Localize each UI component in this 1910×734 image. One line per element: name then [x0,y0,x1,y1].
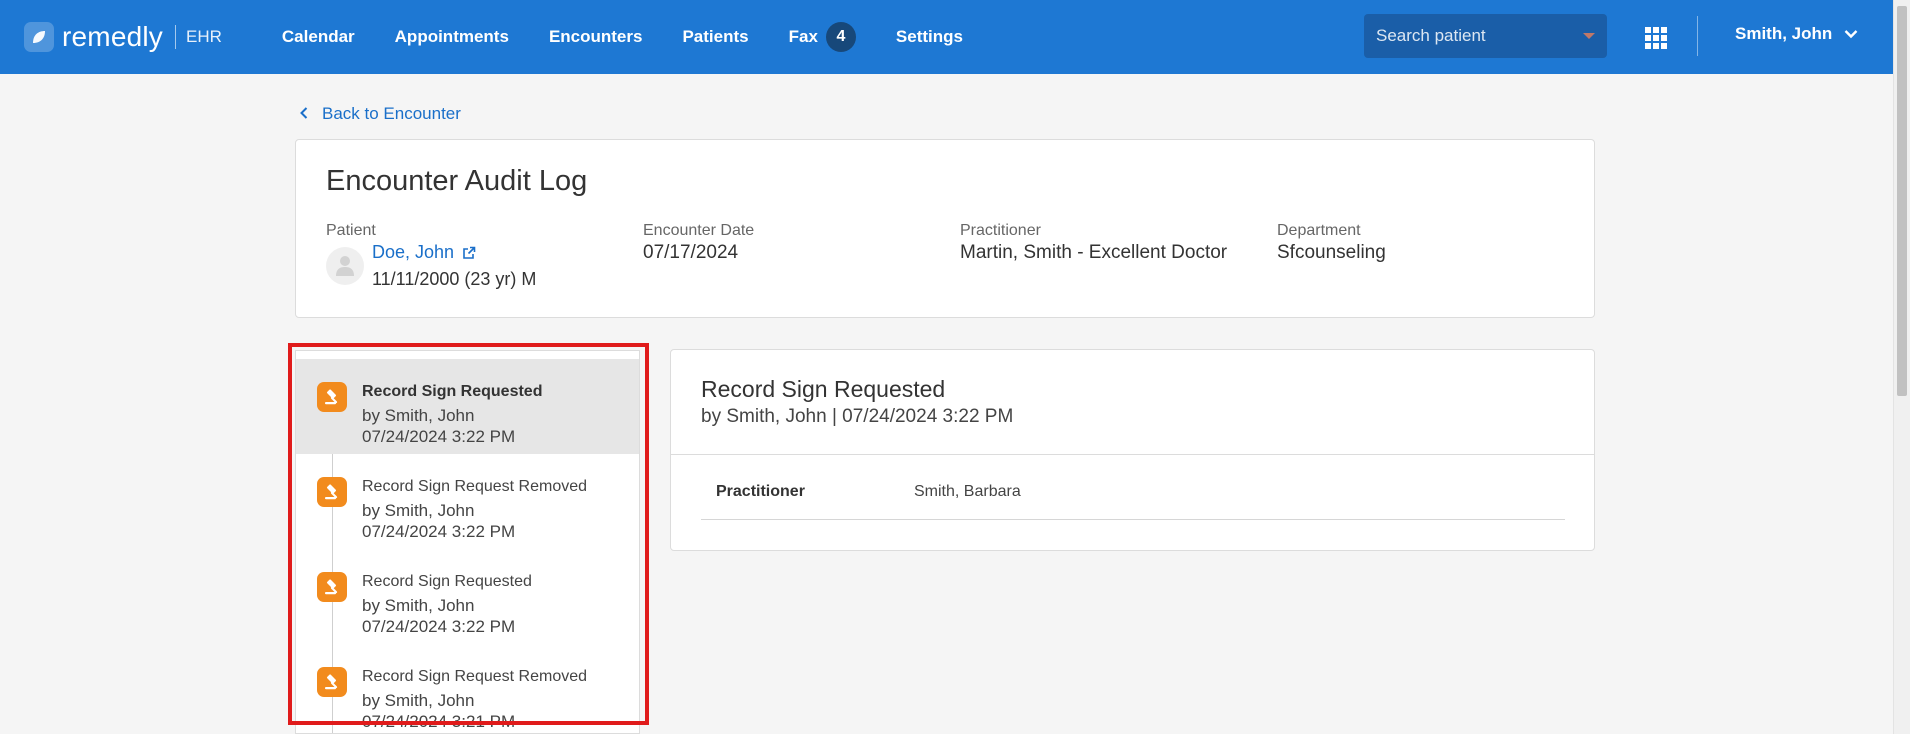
timeline-item[interactable]: Record Sign Request Removed by Smith, Jo… [296,644,639,733]
patient-field: Patient Doe, John 11/11/2000 (23 yr) M [326,222,536,290]
nav-fax[interactable]: Fax 4 [789,22,856,52]
department-field: Department Sfcounseling [1277,222,1386,264]
detail-row-label: Practitioner [716,483,805,500]
detail-subtitle: by Smith, John | 07/24/2024 3:22 PM [701,406,1014,427]
timeline-item-title: Record Sign Requested [362,573,532,590]
leaf-logo-icon [24,22,54,52]
nav-calendar[interactable]: Calendar [282,27,355,47]
back-link-label: Back to Encounter [322,104,461,123]
timeline-item-date: 07/24/2024 3:22 PM [362,617,516,636]
audit-event-timeline[interactable]: Record Sign Requested by Smith, John 07/… [295,350,640,734]
timeline-item-date: 07/24/2024 3:21 PM [362,712,516,731]
caret-down-icon[interactable] [1583,33,1595,39]
gavel-icon [317,667,347,697]
patient-name: Doe, John [372,242,455,262]
chevron-down-icon [1844,24,1858,44]
event-detail-card: Record Sign Requested by Smith, John | 0… [670,349,1595,551]
gavel-icon [317,477,347,507]
scrollbar-thumb[interactable] [1897,6,1907,396]
department-label: Department [1277,222,1361,239]
practitioner-value: Martin, Smith - Excellent Doctor [960,242,1228,263]
logo-subtitle: EHR [186,27,222,46]
encounter-date-value: 07/17/2024 [643,242,739,263]
main-nav: Calendar Appointments Encounters Patient… [282,0,1003,74]
app-logo[interactable]: remedly EHR [24,0,222,74]
user-name: Smith, John [1735,24,1833,43]
timeline-item-author: by Smith, John [362,596,475,615]
gavel-icon [317,382,347,412]
patient-name-link[interactable]: Doe, John [372,242,536,263]
user-menu[interactable]: Smith, John [1735,24,1858,44]
apps-grid-icon[interactable] [1645,27,1667,49]
detail-title: Record Sign Requested [701,376,946,402]
patient-label: Patient [326,222,376,239]
department-value: Sfcounseling [1277,242,1386,263]
chevron-left-icon [300,104,308,124]
logo-text: remedly [62,21,163,52]
timeline-item-author: by Smith, John [362,691,475,710]
page-title: Encounter Audit Log [326,165,588,197]
top-nav-bar: remedly EHR Calendar Appointments Encoun… [0,0,1893,74]
back-to-encounter-link[interactable]: Back to Encounter [300,104,461,124]
logo-separator [175,25,176,49]
timeline-item[interactable]: Record Sign Requested by Smith, John 07/… [296,359,639,454]
practitioner-label: Practitioner [960,222,1041,239]
nav-patients[interactable]: Patients [682,27,748,47]
encounter-date-field: Encounter Date 07/17/2024 [643,222,754,264]
patient-avatar [326,247,364,285]
gavel-icon [317,572,347,602]
search-patient-box[interactable] [1364,14,1607,58]
nav-settings[interactable]: Settings [896,27,963,47]
fax-count-badge: 4 [825,22,856,52]
detail-row: Practitioner Smith, Barbara [701,480,1565,520]
encounter-date-label: Encounter Date [643,222,755,239]
nav-appointments[interactable]: Appointments [395,27,509,47]
detail-row-value: Smith, Barbara [914,483,1021,500]
timeline-item[interactable]: Record Sign Requested by Smith, John 07/… [296,549,639,644]
encounter-summary-card: Encounter Audit Log Patient Doe, John 11… [295,139,1595,318]
header-divider [1697,16,1698,56]
timeline-item[interactable]: Record Sign Request Removed by Smith, Jo… [296,454,639,549]
practitioner-field: Practitioner Martin, Smith - Excellent D… [960,222,1227,264]
nav-encounters[interactable]: Encounters [549,27,643,47]
timeline-item-title: Record Sign Request Removed [362,668,588,685]
timeline-item-author: by Smith, John [362,406,475,425]
timeline-item-author: by Smith, John [362,501,475,520]
timeline-item-date: 07/24/2024 3:22 PM [362,427,516,446]
timeline-item-title: Record Sign Request Removed [362,478,588,495]
timeline-item-title: Record Sign Requested [362,383,543,400]
nav-fax-label: Fax [788,27,818,46]
detail-divider [671,454,1594,455]
patient-dob: 11/11/2000 (23 yr) M [372,269,537,289]
search-patient-input[interactable] [1376,26,1576,46]
timeline-item-date: 07/24/2024 3:22 PM [362,522,516,541]
external-link-icon [462,246,476,260]
